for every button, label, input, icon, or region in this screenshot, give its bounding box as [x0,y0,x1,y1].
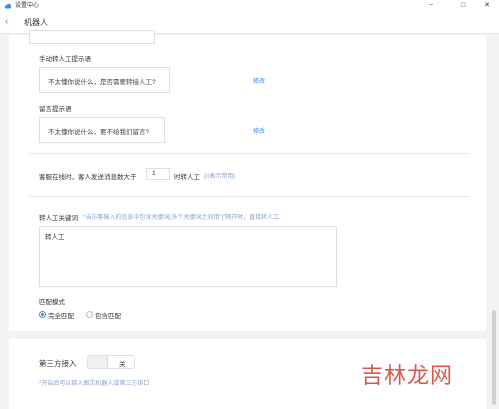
toggle-knob [88,356,108,368]
manual-transfer-value: 不太懂你说什么，是否需要转接人工? [48,79,156,86]
keywords-label: 转人工关键词 [39,215,78,222]
auto-transfer-hint: (0表示禁用) [204,174,236,180]
page-title: 机器人 [24,18,48,27]
manual-transfer-label: 手动转人工提示语 [39,56,91,63]
section-divider [29,196,469,197]
manual-transfer-field[interactable]: 不太懂你说什么，是否需要转接人工? [39,67,170,93]
exact-match-label[interactable]: 完全匹配 [48,310,74,320]
section-divider [29,153,469,154]
auto-transfer-suffix: 时转人工 [174,174,200,181]
contains-match-radio[interactable] [86,311,93,318]
vertical-scrollbar[interactable] [491,35,497,409]
auto-transfer-label: 客服在线时，客人发送消息数大于 [39,174,137,181]
edit-manual-transfer-link[interactable]: 修改 [253,76,265,85]
contains-match-label[interactable]: 包含匹配 [95,310,121,320]
leave-message-value: 不太懂你说什么，要不给我们留言? [48,129,150,136]
keywords-textarea[interactable]: 转人工 [39,226,337,287]
match-mode-label: 匹配模式 [39,299,65,306]
watermark-logo: 吉林龙网 [361,364,454,389]
keywords-hint: *当访客输入的信息中包含关键词(多个关键词之间用"|"隔开时，直接转人工 [83,215,280,221]
leave-message-field[interactable]: 不太懂你说什么，要不给我们留言? [39,117,165,143]
maximize-button[interactable]: □ [452,0,474,12]
minimize-button[interactable]: − [420,0,442,12]
exact-match-radio[interactable] [39,311,46,318]
third-party-label: 第三方接入 [39,359,77,368]
app-logo-icon [4,3,12,9]
window-title: 设置中心 [15,3,40,9]
message-count-input[interactable]: 1 [146,168,170,180]
back-icon[interactable]: ‹ [5,16,8,28]
keywords-value: 转人工 [45,234,65,241]
toggle-state-text: 关 [119,361,126,368]
previous-field-input[interactable] [29,30,155,44]
title-bar: 设置中心 − □ ✕ [0,0,499,12]
scrollbar-thumb[interactable] [492,310,496,405]
edit-leave-message-link[interactable]: 修改 [253,126,265,135]
third-party-hint: *开启后可以接入图灵机器人或第三方接口 [39,381,150,387]
third-party-toggle[interactable]: 关 [87,355,135,369]
close-button[interactable]: ✕ [476,0,498,12]
leave-message-label: 留言提示语 [39,106,72,113]
